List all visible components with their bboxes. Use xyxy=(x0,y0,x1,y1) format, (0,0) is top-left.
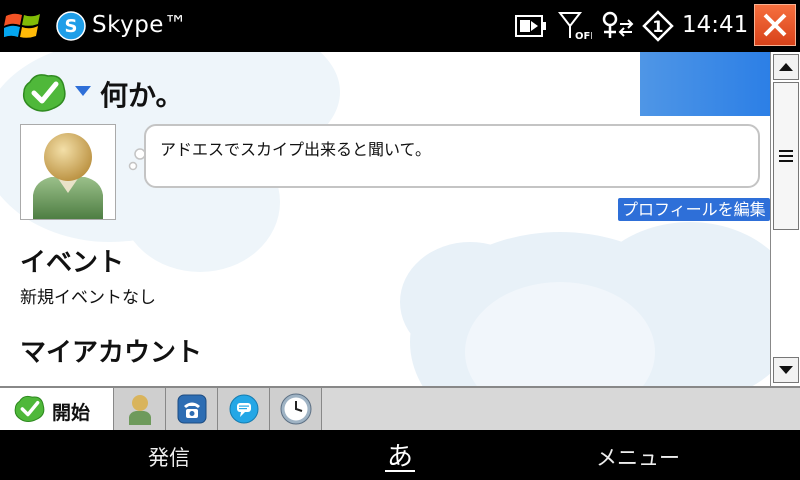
events-empty-text: 新規イベントなし xyxy=(20,288,156,308)
tab-calls[interactable] xyxy=(166,388,218,430)
scroll-up-button[interactable] xyxy=(773,54,799,80)
close-button[interactable] xyxy=(754,4,796,46)
mood-message: アドエスでスカイプ出来ると聞いて。 xyxy=(160,140,432,159)
my-account-heading[interactable]: マイアカウント xyxy=(20,332,202,369)
online-status-icon xyxy=(14,395,45,423)
menu-softkey[interactable]: メニュー xyxy=(596,442,680,472)
tab-history[interactable] xyxy=(270,388,322,430)
close-icon xyxy=(763,13,787,37)
input-method-button[interactable]: あ xyxy=(385,436,415,472)
tab-bar: 開始 xyxy=(0,386,800,430)
input-method-label: あ xyxy=(386,442,413,472)
tab-chats[interactable] xyxy=(218,388,270,430)
arrow-up-icon xyxy=(779,63,793,71)
home-panel: 何か。 アドエスでスカイプ出来ると聞いて。 プロフィールを編集 イベント 新規イ… xyxy=(0,52,770,386)
scroll-down-button[interactable] xyxy=(773,357,799,383)
svg-text:S: S xyxy=(65,16,78,37)
grip-icon xyxy=(779,150,793,162)
tab-start-label: 開始 xyxy=(52,402,91,424)
tab-contacts[interactable] xyxy=(114,388,166,430)
softkey-bar: 発信 あ メニュー xyxy=(0,430,800,480)
connectivity-icon xyxy=(602,11,634,38)
contacts-icon xyxy=(129,395,151,425)
mood-title[interactable]: 何か。 xyxy=(100,74,183,114)
call-softkey[interactable]: 発信 xyxy=(148,442,190,472)
events-heading: イベント xyxy=(20,248,125,278)
app-title: Skype™ xyxy=(92,12,188,38)
svg-text:1: 1 xyxy=(652,17,663,36)
input-method-underline xyxy=(385,470,415,472)
windows-start-icon[interactable] xyxy=(4,8,44,44)
battery-icon xyxy=(515,15,546,37)
scroll-thumb[interactable] xyxy=(773,82,799,230)
chevron-down-icon[interactable] xyxy=(74,85,92,97)
vertical-scrollbar[interactable] xyxy=(770,52,800,386)
arrow-down-icon xyxy=(779,366,793,374)
header-accent-bar xyxy=(640,52,770,116)
user-silhouette-icon xyxy=(33,133,103,219)
title-bar: S Skype™ OFF 1 14:41 xyxy=(0,0,800,52)
clock[interactable]: 14:41 xyxy=(682,12,748,38)
signal-off-icon: OFF xyxy=(558,12,592,42)
mood-message-bubble[interactable]: アドエスでスカイプ出来ると聞いて。 xyxy=(144,124,760,188)
edit-profile-link[interactable]: プロフィールを編集 xyxy=(618,198,770,221)
online-status-icon[interactable] xyxy=(22,72,68,114)
svg-text:OFF: OFF xyxy=(575,31,592,42)
skype-logo-icon: S xyxy=(56,11,86,41)
phone-icon xyxy=(177,394,207,424)
notification-icon: 1 xyxy=(642,10,674,42)
avatar[interactable] xyxy=(20,124,116,220)
tab-start[interactable]: 開始 xyxy=(0,388,114,430)
chat-icon xyxy=(229,394,259,424)
clock-icon xyxy=(280,393,312,425)
